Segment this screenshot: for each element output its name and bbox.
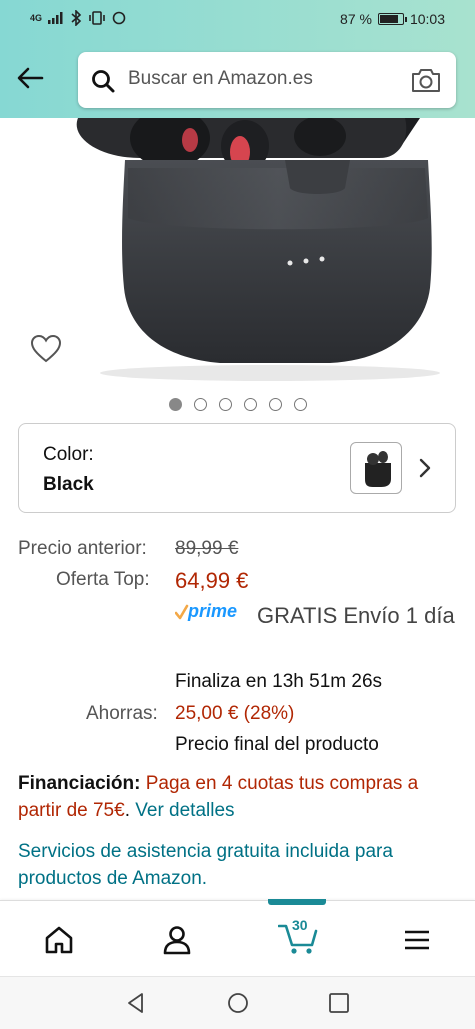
search-header: Buscar en Amazon.es [0, 40, 475, 118]
shipping-text: GRATIS Envío 1 día [257, 603, 455, 628]
chevron-right-icon [419, 458, 431, 478]
clock: 10:03 [409, 11, 445, 27]
color-selector[interactable]: Color: Black [18, 423, 456, 513]
color-thumbnail-image [365, 451, 391, 487]
battery-icon [377, 13, 407, 25]
financing-label: Financiación: [18, 773, 141, 794]
final-price-note: Precio final del producto [175, 734, 379, 755]
earbuds-case-image [76, 118, 440, 381]
previous-price-label: Precio anterior: [18, 538, 147, 559]
carousel-dot[interactable] [243, 398, 257, 411]
search-input[interactable]: Buscar en Amazon.es [78, 52, 456, 108]
image-carousel-dots [0, 398, 475, 411]
financing-details-link[interactable]: Ver detalles [135, 800, 234, 821]
offer-price: 64,99 € [175, 568, 248, 594]
savings-value: 25,00 € (28%) [175, 703, 295, 724]
search-placeholder: Buscar en Amazon.es [128, 68, 313, 89]
services-link[interactable]: Servicios de asistencia gratuita incluid… [18, 838, 458, 892]
bottom-navigation: 30 [0, 899, 475, 976]
offer-price-value: 64,99 € [175, 568, 249, 593]
previous-price-row: Precio anterior: [18, 538, 147, 560]
vibrate-icon [89, 11, 105, 25]
cart-button[interactable]: 30 [277, 917, 322, 957]
system-back-icon[interactable] [124, 991, 148, 1015]
system-recents-icon[interactable] [327, 991, 351, 1015]
carousel-dot[interactable] [168, 398, 182, 411]
battery-percent: 87 % [340, 11, 372, 27]
sync-icon [112, 11, 126, 25]
financing-info: Financiación: Paga en 4 cuotas tus compr… [18, 770, 463, 824]
carousel-dot[interactable] [193, 398, 207, 411]
back-arrow-icon[interactable] [14, 62, 46, 94]
battery-level [379, 15, 399, 23]
active-tab-indicator [268, 899, 326, 905]
previous-price: 89,99 € [175, 538, 238, 560]
bluetooth-icon [71, 10, 82, 26]
system-navigation-bar [0, 976, 475, 1029]
financing-separator: . [124, 800, 130, 821]
deal-countdown: Finaliza en 13h 51m 26s [175, 671, 382, 693]
search-icon [92, 70, 115, 93]
account-icon[interactable] [160, 923, 194, 957]
carousel-dot[interactable] [268, 398, 282, 411]
offer-label: Oferta Top: [56, 569, 150, 590]
carousel-dot[interactable] [218, 398, 232, 411]
savings-label: Ahorras: [86, 703, 158, 724]
menu-icon[interactable] [400, 923, 434, 957]
camera-icon[interactable] [410, 66, 442, 94]
color-thumbnail[interactable] [350, 442, 402, 494]
cart-count: 30 [292, 917, 308, 933]
status-bar: 4G 87 % 10:03 [0, 0, 475, 40]
offer-label-row: Oferta Top: [56, 569, 150, 591]
wishlist-heart-icon[interactable] [30, 334, 62, 364]
system-home-icon[interactable] [226, 991, 250, 1015]
network-indicator: 4G [30, 13, 43, 23]
carousel-dot[interactable] [293, 398, 307, 411]
savings-label-row: Ahorras: [86, 703, 158, 725]
shipping-info: GRATIS Envío 1 día [175, 600, 455, 631]
product-image[interactable] [0, 118, 475, 390]
final-price-note-row: Precio final del producto [175, 734, 379, 756]
home-icon[interactable] [42, 923, 76, 957]
color-label: Color: [43, 444, 94, 465]
previous-price-value: 89,99 € [175, 538, 239, 559]
savings-value-row: 25,00 € (28%) [175, 703, 294, 725]
status-icons-left: 4G [30, 10, 126, 26]
signal-icon [48, 12, 63, 24]
countdown-text: Finaliza en 13h 51m 26s [175, 671, 383, 692]
status-icons-right: 87 % 10:03 [340, 11, 445, 27]
color-value: Black [43, 474, 94, 495]
